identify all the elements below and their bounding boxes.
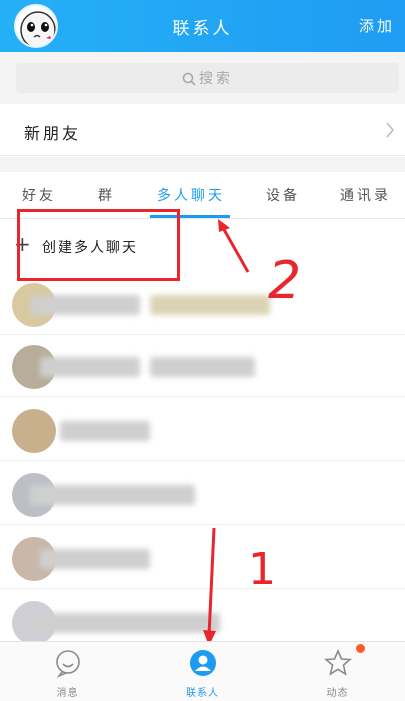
new-friends-row[interactable]: 新朋友 [0, 104, 405, 156]
blurred-text [60, 421, 150, 441]
page-title: 联系人 [172, 19, 233, 39]
annotation-highlight-box [17, 209, 180, 281]
list-item[interactable] [0, 529, 405, 589]
nav-moments-label: 动态 [326, 688, 349, 699]
person-icon [189, 650, 216, 676]
tab-address-book[interactable]: 通讯录 [340, 185, 391, 205]
new-friends-label: 新朋友 [24, 124, 82, 143]
tab-friends[interactable]: 好友 [22, 185, 56, 205]
avatar [12, 409, 56, 453]
tab-multi-chat[interactable]: 多人聊天 [157, 185, 225, 205]
nav-moments[interactable]: 动态 [270, 642, 405, 701]
blurred-text [150, 295, 270, 315]
list-item[interactable] [0, 401, 405, 461]
search-placeholder: 搜索 [199, 71, 233, 87]
section-divider [0, 157, 405, 172]
add-button[interactable]: 添加 [359, 15, 395, 36]
search-input[interactable]: 搜索 [16, 63, 399, 93]
list-item[interactable] [0, 337, 405, 397]
bottom-navigation: 消息 联系人 动态 [0, 641, 405, 701]
notification-dot [356, 644, 365, 653]
nav-contacts-label: 联系人 [186, 688, 219, 699]
list-item[interactable] [0, 465, 405, 525]
list-item[interactable] [0, 275, 405, 335]
blurred-text [40, 549, 150, 569]
nav-messages[interactable]: 消息 [0, 642, 135, 701]
chevron-right-icon [386, 122, 395, 138]
blurred-text [30, 613, 220, 633]
nav-contacts[interactable]: 联系人 [135, 642, 270, 701]
blurred-text [30, 295, 140, 315]
tab-groups[interactable]: 群 [98, 185, 115, 205]
blurred-text [30, 485, 195, 505]
search-area: 搜索 [0, 52, 405, 104]
tab-devices[interactable]: 设备 [266, 185, 300, 205]
search-icon [182, 72, 196, 86]
star-icon [323, 649, 352, 676]
blurred-text [40, 357, 140, 377]
nav-messages-label: 消息 [56, 688, 79, 699]
blurred-text [150, 357, 255, 377]
header-bar: 联系人 添加 [0, 0, 405, 52]
chat-bubble-icon [55, 650, 80, 678]
